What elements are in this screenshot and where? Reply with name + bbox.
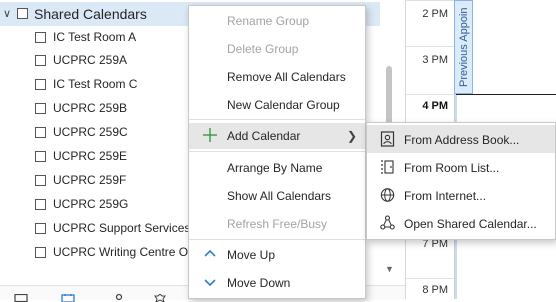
calendar-item[interactable]: IC Test Room C: [33, 74, 193, 94]
address-book-icon: [380, 131, 395, 147]
submenu-item-label: From Room List...: [404, 161, 500, 175]
submenu-item-from-internet[interactable]: From Internet...: [367, 181, 555, 209]
calendar-checkbox[interactable]: [35, 127, 46, 138]
submenu-item-from-address-book[interactable]: From Address Book...: [367, 125, 555, 153]
calendar-item[interactable]: UCPRC 259F: [33, 170, 193, 190]
chevron-down-icon: [204, 279, 216, 287]
calendar-checkbox[interactable]: [35, 175, 46, 186]
mail-icon[interactable]: [14, 294, 28, 302]
calendar-label: IC Test Room C: [53, 77, 138, 91]
menu-item-label: Move Up: [227, 248, 276, 262]
calendar-item[interactable]: IC Test Room A: [33, 27, 193, 47]
calendar-checkbox[interactable]: [35, 151, 46, 162]
submenu-item-label: Open Shared Calendar...: [404, 217, 537, 231]
calendar-checkbox[interactable]: [35, 199, 46, 210]
calendar-item[interactable]: UCPRC 259A: [33, 50, 193, 70]
menu-item-move-down[interactable]: Move Down: [189, 270, 365, 296]
submenu-item-label: From Address Book...: [404, 133, 520, 147]
menu-item-label: Move Down: [227, 276, 291, 290]
menu-item-refresh-free-busy[interactable]: Refresh Free/Busy: [189, 211, 365, 237]
context-menu: Rename Group Delete Group Remove All Cal…: [188, 5, 366, 299]
submenu-item-from-room-list[interactable]: From Room List...: [367, 153, 555, 181]
menu-item-rename-group[interactable]: Rename Group: [189, 8, 365, 34]
menu-item-label: Arrange By Name: [227, 161, 323, 175]
menu-item-label: Add Calendar: [227, 129, 301, 143]
hour-label-current: 4 PM: [422, 100, 448, 112]
menu-item-show-all-calendars[interactable]: Show All Calendars: [189, 183, 365, 209]
calendar-label: UCPRC Writing Centre Or: [53, 245, 193, 259]
menu-item-delete-group[interactable]: Delete Group: [189, 36, 365, 62]
menu-item-label: Show All Calendars: [227, 189, 332, 203]
menu-item-label: Rename Group: [227, 14, 310, 28]
calendar-checkbox[interactable]: [35, 223, 46, 234]
calendar-item[interactable]: UCPRC 259B: [33, 98, 193, 118]
add-calendar-submenu: From Address Book... From Room List... F…: [366, 122, 556, 240]
menu-separator: [189, 119, 365, 120]
calendar-item[interactable]: UCPRC 259C: [33, 122, 193, 142]
tasks-icon[interactable]: [153, 294, 167, 302]
menu-item-remove-all-calendars[interactable]: Remove All Calendars: [189, 64, 365, 90]
menu-item-add-calendar[interactable]: Add Calendar ❯: [189, 123, 365, 149]
chevron-up-icon: [204, 249, 216, 257]
calendar-label: UCPRC 259B: [53, 101, 128, 115]
group-label: Shared Calendars: [34, 6, 147, 22]
menu-separator: [189, 239, 365, 240]
calendar-checkbox[interactable]: [35, 103, 46, 114]
calendar-item[interactable]: UCPRC 259E: [33, 146, 193, 166]
menu-item-move-up[interactable]: Move Up: [189, 242, 365, 268]
people-icon[interactable]: [112, 294, 126, 302]
calendar-checkbox[interactable]: [35, 79, 46, 90]
chevron-right-icon: ❯: [346, 129, 357, 143]
calendar-checkbox[interactable]: [35, 247, 46, 258]
calendar-checkbox[interactable]: [35, 55, 46, 66]
calendar-item[interactable]: UCPRC Support Services C: [33, 218, 193, 238]
hour-line: [406, 278, 454, 279]
scroll-down-arrow-icon[interactable]: ▼: [385, 264, 394, 274]
menu-item-label: Delete Group: [227, 42, 299, 56]
calendar-checkbox[interactable]: [35, 32, 46, 43]
calendar-label: UCPRC 259F: [53, 173, 127, 187]
menu-separator: [189, 151, 365, 152]
calendar-label: UCPRC 259E: [53, 149, 128, 163]
previous-appointment-label: Previous Appoin: [458, 7, 470, 88]
hour-line: [406, 0, 454, 1]
calendar-label: UCPRC 259G: [53, 197, 129, 211]
calendar-label: IC Test Room A: [53, 30, 137, 44]
current-time-line: [456, 94, 556, 95]
calendar-item[interactable]: UCPRC Writing Centre Or: [33, 242, 193, 262]
shared-calendar-icon: [380, 215, 395, 230]
menu-item-label: New Calendar Group: [227, 98, 340, 112]
calendar-label: UCPRC Support Services C: [53, 221, 193, 235]
menu-item-label: Refresh Free/Busy: [227, 217, 328, 231]
hour-line: [406, 94, 454, 95]
menu-item-label: Remove All Calendars: [227, 70, 346, 84]
room-list-icon: [381, 160, 394, 174]
calendar-label: UCPRC 259C: [53, 125, 128, 139]
menu-item-arrange-by-name[interactable]: Arrange By Name: [189, 155, 365, 181]
plus-icon: [203, 128, 217, 142]
group-checkbox[interactable]: [17, 8, 28, 19]
globe-icon: [380, 188, 395, 202]
previous-appointment-button[interactable]: Previous Appoin: [454, 0, 473, 94]
chevron-down-icon[interactable]: ∨: [3, 7, 11, 21]
calendar-label: UCPRC 259A: [53, 53, 128, 67]
submenu-item-label: From Internet...: [404, 189, 487, 203]
calendar-item[interactable]: UCPRC 259G: [33, 194, 193, 214]
hour-label: 2 PM: [422, 8, 448, 20]
menu-item-new-calendar-group[interactable]: New Calendar Group: [189, 92, 365, 118]
submenu-item-open-shared-calendar[interactable]: Open Shared Calendar...: [367, 209, 555, 237]
hour-label: 8 PM: [422, 284, 448, 296]
hour-label: 3 PM: [422, 54, 448, 66]
calendar-icon[interactable]: [61, 294, 75, 302]
hour-line: [406, 46, 454, 47]
